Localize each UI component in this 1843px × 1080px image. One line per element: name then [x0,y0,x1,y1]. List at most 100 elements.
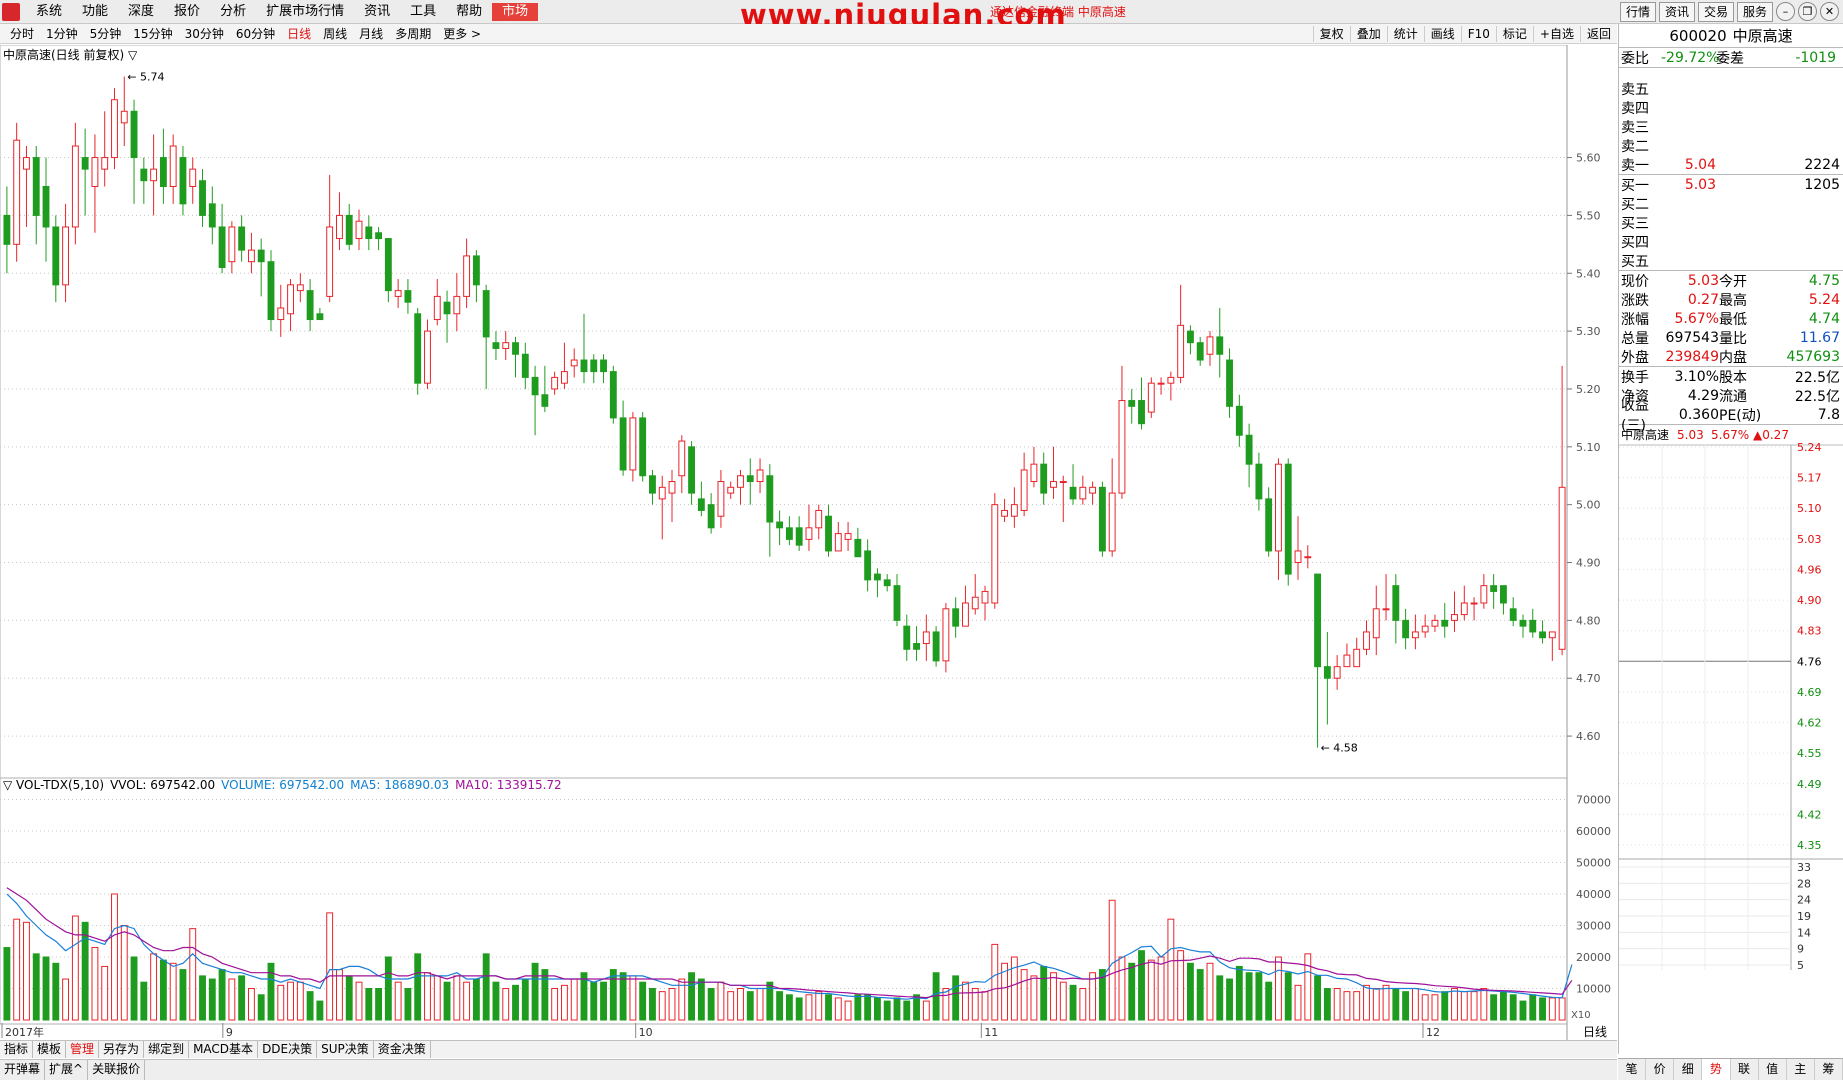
volume-bar[interactable] [52,962,60,1021]
volume-bar[interactable] [199,975,206,1021]
candle-body[interactable] [277,307,285,321]
volume-bar[interactable] [42,956,50,1021]
volume-bar[interactable] [1020,969,1028,1021]
volume-bar[interactable] [864,994,872,1021]
volume-bar[interactable] [541,969,549,1021]
candle-body[interactable] [23,157,30,170]
candle-body[interactable] [864,550,872,581]
volume-bar[interactable] [365,987,373,1021]
volume-bar[interactable] [120,924,128,1021]
candle-body[interactable] [1363,631,1370,650]
candle-body[interactable] [580,359,588,373]
candle-body[interactable] [1206,336,1214,355]
volume-bar[interactable] [1382,984,1390,1021]
candle-body[interactable] [697,498,705,511]
volume-bar[interactable] [228,978,236,1021]
candle-body[interactable] [179,157,187,205]
period-tab-0[interactable]: 分时 [4,26,40,42]
candle-body[interactable] [717,481,725,517]
menu-item-2[interactable]: 深度 [118,3,164,21]
candle-body[interactable] [1226,359,1233,407]
tool-button-4[interactable]: F10 [1460,26,1496,42]
candle-body[interactable] [1382,608,1390,611]
candle-body[interactable] [756,469,764,483]
candle-body[interactable] [32,157,40,216]
candle-body[interactable] [482,290,490,338]
volume-bar[interactable] [952,975,960,1021]
quote-tab-0[interactable]: 笔 [1618,1059,1647,1080]
candle-body[interactable] [629,417,637,471]
quote-tab-4[interactable]: 联 [1731,1059,1759,1080]
candle-body[interactable] [1392,585,1400,621]
candle-body[interactable] [267,261,275,321]
candle-body[interactable] [991,504,999,604]
volume-bar[interactable] [1167,918,1175,1021]
volume-bar[interactable] [844,1000,852,1021]
indicator-tab-8[interactable]: 资金决策 [374,1041,431,1058]
volume-bar[interactable] [1108,899,1116,1021]
volume-bar[interactable] [1529,994,1537,1021]
indicator-tab-0[interactable]: 指标 [0,1041,34,1058]
volume-bar[interactable] [1490,994,1498,1021]
candle-body[interactable] [1275,463,1282,552]
candle-body[interactable] [560,371,568,384]
volume-bar[interactable] [384,956,392,1021]
candle-body[interactable] [1069,486,1077,500]
volume-bar[interactable] [267,962,275,1021]
volume-bar[interactable] [981,991,989,1021]
service-button[interactable]: 服务 [1736,2,1773,22]
candle-body[interactable] [81,157,89,170]
volume-bar[interactable] [81,921,89,1021]
candle-body[interactable] [873,573,881,581]
volume-bar[interactable] [277,984,285,1021]
candle-body[interactable] [942,608,950,662]
candle-body[interactable] [1304,556,1312,559]
volume-bar[interactable] [903,1000,911,1021]
candle-body[interactable] [766,475,774,523]
volume-bar[interactable] [707,987,715,1021]
volume-bar[interactable] [296,981,304,1021]
volume-bar[interactable] [1079,987,1087,1021]
candle-body[interactable] [1343,654,1351,668]
volume-bar[interactable] [1460,991,1468,1021]
candle-body[interactable] [551,376,559,390]
volume-bar[interactable] [1040,965,1048,1021]
candle-body[interactable] [1167,376,1175,384]
candle-body[interactable] [71,145,79,228]
candle-body[interactable] [981,590,989,604]
status-button-2[interactable]: 关联报价 [88,1060,146,1080]
candle-body[interactable] [336,214,343,240]
candle-body[interactable] [1529,619,1537,633]
tool-button-5[interactable]: 标记 [1495,26,1533,42]
candle-body[interactable] [609,371,617,419]
candle-body[interactable] [1245,434,1253,465]
candle-body[interactable] [805,527,813,540]
candle-body[interactable] [903,625,911,650]
candle-body[interactable] [531,376,539,396]
period-tab-4[interactable]: 30分钟 [179,26,230,42]
candle-body[interactable] [727,486,735,494]
candle-body[interactable] [932,631,940,662]
volume-bar[interactable] [1226,978,1233,1021]
candle-body[interactable] [326,226,334,297]
volume-bar[interactable] [404,987,412,1021]
indicator-tab-7[interactable]: SUP决策 [317,1041,374,1058]
candle-body[interactable] [1157,382,1165,385]
volume-bar[interactable] [570,978,578,1021]
candle-body[interactable] [1020,469,1028,511]
candle-body[interactable] [189,168,197,187]
quote-tab-7[interactable]: 筹 [1815,1059,1843,1080]
tool-button-2[interactable]: 统计 [1386,26,1424,42]
candle-body[interactable] [199,180,206,216]
volume-bar[interactable] [1314,975,1322,1021]
volume-bar[interactable] [414,953,422,1021]
volume-bar[interactable] [746,991,754,1021]
candle-body[interactable] [101,157,109,170]
candle-body[interactable] [1010,504,1018,517]
volume-bar[interactable] [785,994,793,1021]
volume-bar[interactable] [834,997,842,1021]
candle-body[interactable] [208,203,216,228]
quote-tab-6[interactable]: 主 [1787,1059,1815,1080]
volume-bar[interactable] [1245,972,1253,1021]
volume-bar[interactable] [169,962,177,1021]
